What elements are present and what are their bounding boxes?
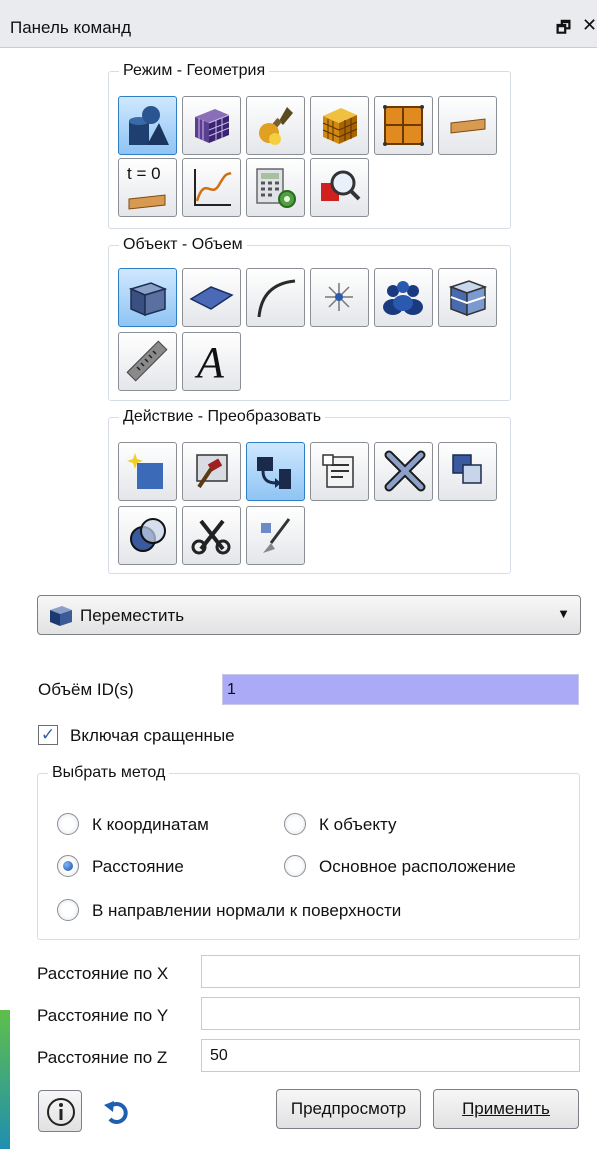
- object-volume-button[interactable]: [118, 268, 177, 327]
- method-to-coordinates-radio[interactable]: [57, 813, 79, 835]
- action-properties-button[interactable]: [310, 442, 369, 501]
- copy-overlap-icon: [452, 454, 482, 484]
- transform-move-icon: [257, 457, 291, 489]
- body-box-icon: [448, 280, 488, 317]
- distance-z-label: Расстояние по Z: [37, 1048, 168, 1067]
- preview-button[interactable]: Предпросмотр: [276, 1089, 421, 1129]
- create-new-icon: [127, 453, 163, 489]
- delete-x-icon: [384, 450, 426, 492]
- close-icon[interactable]: ✕: [582, 15, 597, 36]
- action-create-button[interactable]: [118, 442, 177, 501]
- method-to-object-radio[interactable]: [284, 813, 306, 835]
- method-to-coordinates-label: К координатам: [92, 815, 209, 834]
- operation-select-value: Переместить: [80, 606, 185, 625]
- object-text-button[interactable]: A: [182, 332, 241, 391]
- mode-grid-cube-button[interactable]: [310, 96, 369, 155]
- modify-hammer-icon: [196, 454, 228, 489]
- surface-icon: [189, 286, 234, 310]
- apply-button[interactable]: Применить: [433, 1089, 579, 1129]
- object-curve-button[interactable]: [246, 268, 305, 327]
- mode-boundary-button[interactable]: [438, 96, 497, 155]
- include-merged-checkbox[interactable]: ✓: [38, 725, 58, 745]
- reset-undo-icon[interactable]: [102, 1097, 132, 1127]
- tools-wrench-icon: [259, 107, 293, 145]
- volume-cube-icon: [128, 282, 168, 317]
- method-distance-label: Расстояние: [92, 857, 184, 876]
- panel-titlebar: Панель команд 🗗 ✕: [0, 0, 597, 48]
- action-group-legend: Действие - Преобразовать: [123, 408, 322, 425]
- object-body-button[interactable]: [438, 268, 497, 327]
- float-restore-icon[interactable]: 🗗: [556, 17, 571, 44]
- clean-brush-icon: [261, 518, 291, 553]
- object-surface-button[interactable]: [182, 268, 241, 327]
- method-surface-normal-label: В направлении нормали к поверхности: [92, 901, 402, 920]
- mode-plot-button[interactable]: [182, 158, 241, 217]
- mesh-cube-icon: [195, 109, 230, 143]
- method-origin-label: Основное расположение: [319, 857, 516, 876]
- grid-cube-icon: [322, 108, 358, 144]
- action-delete-button[interactable]: [374, 442, 433, 501]
- calculator-gear-icon: [256, 168, 296, 208]
- chevron-down-icon: ▼: [557, 606, 570, 621]
- method-origin-radio[interactable]: [284, 855, 306, 877]
- volume-ids-input[interactable]: 1: [222, 674, 579, 705]
- action-cut-button[interactable]: [182, 506, 241, 565]
- geometry-shapes-icon: [129, 106, 169, 145]
- volume-ids-label: Объём ID(s): [38, 680, 134, 699]
- group-people-icon: [383, 281, 423, 315]
- object-group-button[interactable]: [374, 268, 433, 327]
- operation-select[interactable]: Переместить ▼: [37, 595, 581, 635]
- object-measure-button[interactable]: [118, 332, 177, 391]
- ruler-icon: [126, 340, 168, 382]
- volume-cube-icon: [50, 606, 72, 626]
- mode-zoom-button[interactable]: [310, 158, 369, 217]
- method-surface-normal-radio[interactable]: [57, 899, 79, 921]
- cut-scissors-icon: [191, 519, 231, 555]
- action-modify-button[interactable]: [182, 442, 241, 501]
- mode-mesh-button[interactable]: [182, 96, 241, 155]
- search-zoom-icon: [321, 170, 361, 201]
- boundary-plank-icon: [450, 118, 486, 134]
- mode-tools-button[interactable]: [246, 96, 305, 155]
- method-distance-radio[interactable]: [57, 855, 79, 877]
- distance-z-input[interactable]: 50: [201, 1039, 580, 1072]
- mode-calculator-button[interactable]: [246, 158, 305, 217]
- distance-y-input[interactable]: [201, 997, 580, 1030]
- method-group-legend: Выбрать метод: [52, 764, 166, 781]
- time-zero-icon: [128, 194, 166, 210]
- distance-x-input[interactable]: [201, 955, 580, 988]
- grid-square-icon: [383, 105, 424, 146]
- mode-grid-square-button[interactable]: [374, 96, 433, 155]
- object-group-legend: Объект - Объем: [123, 236, 243, 253]
- boolean-circles-icon: [130, 518, 166, 552]
- properties-list-icon: [322, 454, 354, 488]
- distance-x-label: Расстояние по X: [37, 964, 169, 983]
- include-merged-label: Включая сращенные: [70, 726, 235, 745]
- action-boolean-button[interactable]: [118, 506, 177, 565]
- action-clean-button[interactable]: [246, 506, 305, 565]
- method-to-object-label: К объекту: [319, 815, 397, 834]
- action-transform-button[interactable]: [246, 442, 305, 501]
- object-vertex-button[interactable]: [310, 268, 369, 327]
- info-button[interactable]: [38, 1090, 82, 1132]
- distance-y-label: Расстояние по Y: [37, 1006, 169, 1025]
- mode-group-legend: Режим - Геометрия: [123, 62, 266, 79]
- vertex-star-icon: [325, 283, 353, 311]
- text-a-icon: A: [197, 338, 224, 387]
- info-icon: [47, 1098, 75, 1126]
- curve-plot-icon: [194, 169, 232, 206]
- mode-time-zero-button[interactable]: t = 0: [118, 158, 177, 217]
- panel-title: Панель команд: [10, 18, 131, 37]
- background-edge: [0, 1010, 10, 1149]
- mode-geometry-button[interactable]: [118, 96, 177, 155]
- curve-arc-icon: [257, 279, 296, 318]
- action-copy-button[interactable]: [438, 442, 497, 501]
